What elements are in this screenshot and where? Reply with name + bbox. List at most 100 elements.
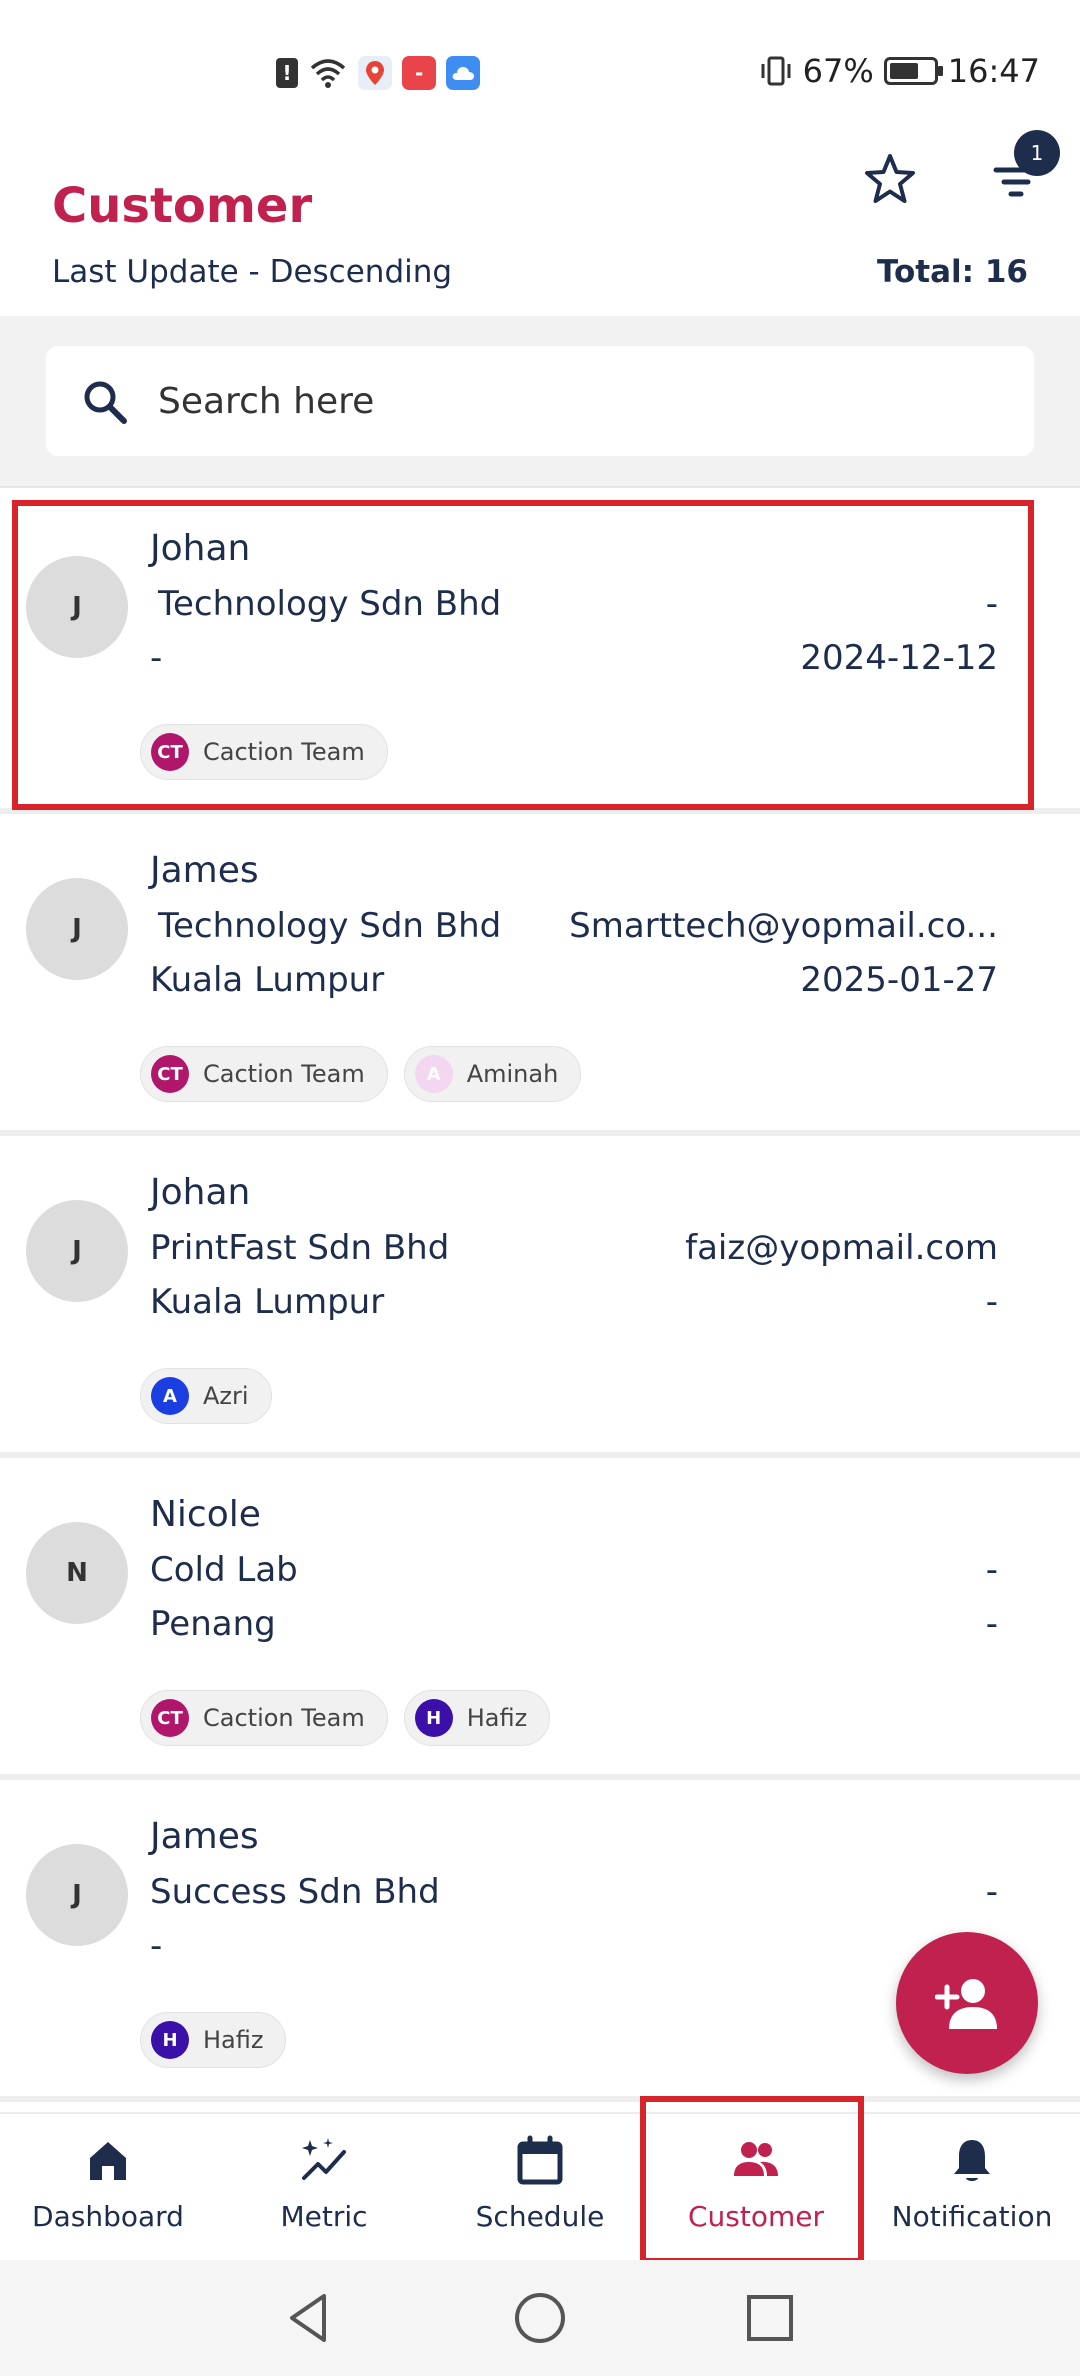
favorite-star-icon[interactable]: [860, 150, 920, 210]
customer-name: James: [150, 1816, 259, 1857]
tag-label: Aminah: [466, 1060, 559, 1088]
tag-label: Caction Team: [203, 1704, 365, 1732]
tag-label: Caction Team: [203, 738, 365, 766]
customer-location: Kuala Lumpur: [150, 960, 385, 1000]
nav-schedule[interactable]: Schedule: [432, 2114, 648, 2260]
tag-label: Hafiz: [203, 2026, 264, 2054]
customer-card[interactable]: N Nicole Cold Lab - Penang - CT Caction …: [0, 1464, 1080, 1780]
nav-dashboard[interactable]: Dashboard: [0, 2114, 216, 2260]
battery-icon: [883, 57, 943, 85]
assignee-tag: H Hafiz: [403, 1690, 551, 1746]
back-icon[interactable]: [278, 2288, 338, 2348]
tag-avatar: CT: [151, 1055, 189, 1093]
customer-company: Cold Lab: [150, 1550, 298, 1590]
sort-label[interactable]: Last Update - Descending: [52, 254, 452, 290]
add-person-icon: [935, 1979, 997, 2029]
battery-fill: [889, 63, 918, 79]
tag-avatar: CT: [151, 733, 189, 771]
customer-location: Penang: [150, 1604, 276, 1644]
nav-label: Metric: [280, 2200, 368, 2233]
avatar: J: [26, 1844, 128, 1946]
nav-label: Schedule: [475, 2200, 605, 2233]
search-area: [0, 316, 1080, 488]
total-count: Total: 16: [876, 254, 1028, 290]
customer-company: Technology Sdn Bhd: [158, 584, 502, 624]
clock: 16:47: [947, 52, 1040, 90]
tag-list: A Azri: [140, 1368, 272, 1424]
status-bar: ! ▬ 67% 16:47: [0, 0, 1080, 140]
tag-avatar: A: [151, 1377, 189, 1415]
avatar: N: [26, 1522, 128, 1624]
home-circle-icon[interactable]: [510, 2288, 570, 2348]
add-customer-button[interactable]: [896, 1932, 1038, 2074]
vibrate-icon: [761, 56, 791, 86]
nav-metric[interactable]: Metric: [216, 2114, 432, 2260]
tag-list: CT Caction Team: [140, 724, 388, 780]
nav-customer[interactable]: Customer: [648, 2114, 864, 2260]
search-icon: [84, 381, 127, 424]
bottom-nav: Dashboard Metric Schedule Customer Notif…: [0, 2112, 1080, 2260]
assignee-tag: A Azri: [140, 1368, 272, 1424]
assignee-tag: H Hafiz: [140, 2012, 287, 2068]
system-nav-bar: [0, 2260, 1080, 2376]
tag-list: H Hafiz: [140, 2012, 287, 2068]
tag-label: Caction Team: [203, 1060, 365, 1088]
status-icons: ! ▬: [276, 56, 480, 90]
customer-email: -: [985, 1872, 998, 1912]
assignee-tag: CT Caction Team: [140, 1046, 388, 1102]
huawei-app-icon: ▬: [402, 56, 436, 90]
assignee-tag: CT Caction Team: [140, 724, 388, 780]
people-icon: [734, 2142, 778, 2176]
customer-name: Johan: [150, 1172, 251, 1213]
bell-icon: [954, 2140, 990, 2181]
customer-date: 2024-12-12: [800, 638, 998, 678]
tag-avatar: CT: [151, 1699, 189, 1737]
customer-company: Technology Sdn Bhd: [158, 906, 502, 946]
home-icon: [90, 2142, 126, 2180]
assignee-tag: A Aminah: [403, 1046, 582, 1102]
customer-company: Success Sdn Bhd: [150, 1872, 440, 1912]
nav-notification[interactable]: Notification: [864, 2114, 1080, 2260]
nav-label: Customer: [687, 2200, 824, 2233]
tag-label: Hafiz: [466, 1704, 528, 1732]
maps-app-icon: [358, 56, 392, 90]
customer-card[interactable]: J Johan PrintFast Sdn Bhd faiz@yopmail.c…: [0, 1142, 1080, 1458]
customer-location: -: [150, 638, 163, 678]
customer-card[interactable]: J James Technology Sdn Bhd Smarttech@yop…: [0, 820, 1080, 1136]
tag-list: CT Caction Team A Aminah: [140, 1046, 582, 1102]
tag-list: CT Caction Team H Hafiz: [140, 1690, 551, 1746]
avatar: J: [26, 556, 128, 658]
customer-email: Smarttech@yopmail.co...: [569, 906, 998, 946]
battery-percent: 67%: [802, 52, 874, 90]
customer-email: -: [985, 584, 998, 624]
avatar: J: [26, 1200, 128, 1302]
search-box[interactable]: [46, 346, 1034, 456]
filter-count-badge: 1: [1014, 130, 1060, 176]
alert-icon: !: [276, 58, 298, 88]
nav-label: Dashboard: [32, 2200, 184, 2233]
tag-avatar: H: [151, 2021, 189, 2059]
customer-name: James: [150, 850, 259, 891]
customer-location: -: [150, 1926, 163, 1966]
page-title: Customer: [52, 178, 313, 234]
calendar-icon: [517, 2135, 563, 2185]
page-header: Customer Last Update - Descending Total:…: [0, 130, 1080, 316]
tag-label: Azri: [203, 1382, 249, 1410]
sparkle-chart-icon: [302, 2138, 346, 2180]
wifi-icon: [310, 59, 346, 88]
customer-date: -: [985, 1604, 998, 1644]
customer-location: Kuala Lumpur: [150, 1282, 385, 1322]
tag-avatar: A: [414, 1055, 453, 1093]
customer-date: -: [985, 1282, 998, 1322]
nav-label: Notification: [891, 2200, 1053, 2233]
customer-email: -: [985, 1550, 998, 1590]
search-input[interactable]: [158, 364, 998, 438]
customer-card[interactable]: J Johan Technology Sdn Bhd - - 2024-12-1…: [0, 498, 1080, 814]
recents-icon[interactable]: [740, 2288, 800, 2348]
customer-name: Nicole: [150, 1494, 261, 1535]
customer-name: Johan: [150, 528, 251, 569]
customer-email: faiz@yopmail.com: [685, 1228, 998, 1268]
assignee-tag: CT Caction Team: [140, 1690, 388, 1746]
avatar: J: [26, 878, 128, 980]
customer-date: 2025-01-27: [800, 960, 998, 1000]
